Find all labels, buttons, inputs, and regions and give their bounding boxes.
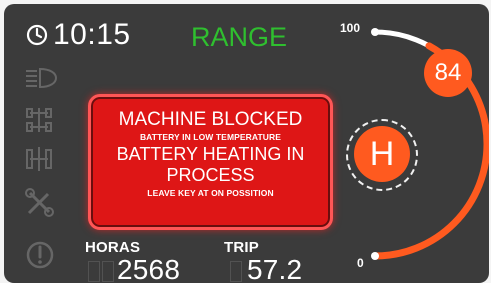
headlight-icon [26,67,58,89]
alert-key-instruction: LEAVE KEY AT ON POSSITION [147,188,274,198]
alert-title: MACHINE BLOCKED [118,109,303,130]
trip-empty-digit [230,261,242,282]
machine-blocked-alert: MACHINE BLOCKED BATTERY IN LOW TEMPERATU… [88,94,333,230]
trip-value: 57.2 [247,254,303,283]
gauge-bottom-marker [371,252,379,260]
horas-empty-digit [88,261,100,282]
dashboard-screen: 10:15 RANGE MACHINE BLOCKED BATTERY IN L… [4,4,489,283]
alert-low-temp-text: BATTERY IN LOW TEMPERATURE [139,132,282,142]
mode-indicator: RANGE [191,22,288,52]
gauge-top-marker [371,28,379,36]
clock-time: 10:15 [53,18,131,51]
gauge-max-label: 100 [340,21,361,35]
gauge-min-label: 0 [357,256,364,270]
heater-indicator: H [354,126,410,182]
axle-icon [26,108,52,132]
battery-level-bubble: 84 [424,49,472,97]
warning-icon [26,241,54,269]
axle-alt-icon [26,147,52,171]
tools-icon [25,188,54,217]
horas-value: 2568 [117,254,181,283]
alert-heating-text: BATTERY HEATING IN [116,144,305,164]
horas-empty-digit [102,261,114,282]
alert-process-text: PROCESS [166,165,255,185]
clock-icon [26,24,48,46]
